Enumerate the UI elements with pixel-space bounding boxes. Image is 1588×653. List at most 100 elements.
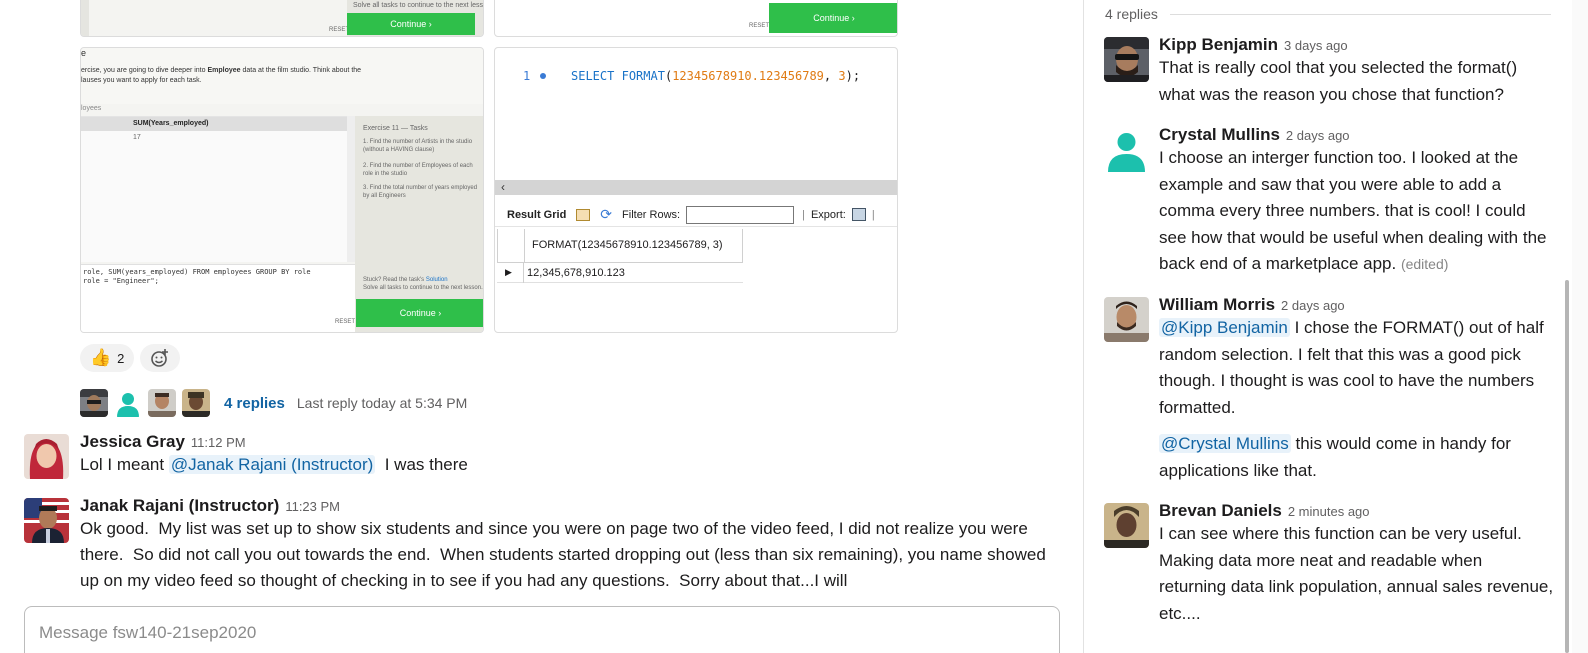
lesson-intro: ercise, you are going to dive deeper int… xyxy=(81,66,361,76)
row-pointer-icon: ▶ xyxy=(505,267,512,277)
task-text: Find the number of Artists in the studio… xyxy=(363,139,473,153)
horizontal-scrollbar[interactable]: ‹ xyxy=(495,180,897,195)
avatar[interactable] xyxy=(1104,503,1149,548)
line-number: 1 xyxy=(523,69,531,83)
refresh-icon[interactable]: ⟳ xyxy=(600,206,612,223)
reply-text: @Kipp Benjamin I chose the FORMAT() out … xyxy=(1159,315,1554,421)
attachment-lesson-top[interactable]: Solve all tasks to continue to the next … xyxy=(80,0,484,37)
reply-header: Crystal Mullins 2 days ago xyxy=(1159,125,1554,145)
intro-text: ercise, you are going to dive deeper int… xyxy=(81,67,208,74)
grid-header-row: FORMAT(12345678910.123456789, 3) xyxy=(497,229,743,263)
reaction-count: 2 xyxy=(117,350,125,366)
thread-reply-count: 4 replies xyxy=(1105,6,1551,22)
result-grid-tab[interactable]: Result Grid xyxy=(507,209,566,221)
solution-link[interactable]: Solution xyxy=(426,277,448,283)
grid-column-header[interactable]: FORMAT(12345678910.123456789, 3) xyxy=(532,239,723,251)
sql-number: 12345678910.123456789 xyxy=(672,69,824,83)
avatar[interactable] xyxy=(1104,37,1149,82)
message-composer[interactable]: Message fsw140-21sep2020 xyxy=(24,606,1060,653)
sql-number: 3 xyxy=(838,69,846,83)
continue-button[interactable]: Continue › xyxy=(769,3,897,33)
grid-data-row[interactable]: ▶ 12,345,678,910.123 xyxy=(497,263,743,283)
attachment-sql-top[interactable]: RESET Continue › xyxy=(494,0,898,37)
user-mention[interactable]: @Janak Rajani (Instructor) xyxy=(168,455,376,474)
lesson-header: e ercise, you are going to dive deeper i… xyxy=(81,48,483,104)
avatar xyxy=(114,389,142,417)
message-text-part: I was there xyxy=(375,455,468,474)
avatar xyxy=(80,389,108,417)
tasks-header: Exercise 11 — Tasks xyxy=(363,125,428,132)
attachment-sql-screenshot[interactable]: 1 SELECT FORMAT(12345678910.123456789, 3… xyxy=(494,47,898,333)
user-mention[interactable]: @Kipp Benjamin xyxy=(1159,318,1290,337)
divider-line xyxy=(1169,13,1551,15)
avatar[interactable] xyxy=(1104,297,1149,342)
lesson-note: Solve all tasks to continue to the next … xyxy=(353,2,483,9)
message-time[interactable]: 11:12 PM xyxy=(191,435,246,450)
thread-scrollbar-thumb[interactable] xyxy=(1565,280,1569,653)
reply-header: Brevan Daniels 2 minutes ago xyxy=(1159,501,1554,521)
column-value: 17 xyxy=(133,134,141,141)
sender-name[interactable]: William Morris xyxy=(1159,295,1275,314)
add-emoji-icon xyxy=(151,349,169,367)
scroll-left-icon[interactable]: ‹ xyxy=(501,180,505,194)
replies-link[interactable]: 4 replies xyxy=(224,395,285,412)
reply-text-part: I choose an interger function too. I loo… xyxy=(1159,148,1547,273)
sql-function: FORMAT xyxy=(621,69,665,83)
export-icon[interactable] xyxy=(851,208,866,221)
channel-pane: Solve all tasks to continue to the next … xyxy=(0,0,1083,653)
composer-placeholder: Message fsw140-21sep2020 xyxy=(39,623,257,642)
thread-reply: Brevan Daniels 2 minutes ago I can see wh… xyxy=(1104,501,1554,627)
thread-reply: William Morris 2 days ago @Kipp Benjamin … xyxy=(1104,295,1554,484)
task-item: 2. Find the number of Employees of each … xyxy=(363,163,473,177)
sql-paren: ); xyxy=(845,69,861,83)
reset-label: RESET xyxy=(335,319,356,325)
separator: | xyxy=(871,208,875,221)
reply-text: That is really cool that you selected th… xyxy=(1159,58,1518,104)
result-table-header xyxy=(81,117,349,131)
sender-name[interactable]: Kipp Benjamin xyxy=(1159,35,1278,54)
thread-summary[interactable]: 4 replies Last reply today at 5:34 PM xyxy=(80,389,467,417)
lesson-strip xyxy=(81,0,89,36)
reply-text: @Crystal Mullins this would come in hand… xyxy=(1159,431,1554,484)
last-reply-time: Last reply today at 5:34 PM xyxy=(296,395,468,411)
add-reaction-button[interactable] xyxy=(140,344,181,372)
continue-button[interactable]: Continue › xyxy=(347,13,475,35)
table-scrollbar[interactable] xyxy=(347,116,355,262)
task-text: Find the total number of years employed … xyxy=(363,185,478,199)
avatar[interactable] xyxy=(24,498,69,543)
user-mention[interactable]: @Crystal Mullins xyxy=(1159,434,1291,453)
lesson-intro-line2: lauses you want to apply for each task. xyxy=(81,77,202,84)
reply-time[interactable]: 2 days ago xyxy=(1281,298,1345,313)
reset-label: RESET xyxy=(749,23,770,29)
result-table: SUM(Years_employed) 17 xyxy=(81,116,349,262)
stuck-text-2: Solve all tasks to continue to the next … xyxy=(363,285,483,291)
sender-name[interactable]: Crystal Mullins xyxy=(1159,125,1280,144)
avatar[interactable] xyxy=(1104,127,1149,172)
intro-text-2: data at the film studio. Think about the xyxy=(240,67,362,74)
attachment-lesson-screenshot[interactable]: e ercise, you are going to dive deeper i… xyxy=(80,47,484,333)
continue-button[interactable]: Continue › xyxy=(356,299,483,327)
thread-scrollbar-track[interactable] xyxy=(1572,0,1588,653)
grid-cell[interactable]: 12,345,678,910.123 xyxy=(527,267,625,279)
reply-header: William Morris 2 days ago xyxy=(1159,295,1554,315)
reaction-thumbs-up[interactable]: 👍 2 xyxy=(80,344,135,372)
filter-rows-input[interactable] xyxy=(686,205,795,224)
sender-name[interactable]: Jessica Gray xyxy=(80,432,185,451)
stuck-text: Stuck? Read the task's xyxy=(363,277,426,283)
lesson-letter: e xyxy=(81,48,87,58)
avatar[interactable] xyxy=(24,434,69,479)
sender-name[interactable]: Brevan Daniels xyxy=(1159,501,1282,520)
column-header: SUM(Years_employed) xyxy=(133,120,209,127)
line-marker-icon xyxy=(540,73,546,79)
separator: | xyxy=(802,208,805,221)
reply-time[interactable]: 2 days ago xyxy=(1286,128,1350,143)
reply-time[interactable]: 2 minutes ago xyxy=(1288,504,1370,519)
message: Janak Rajani (Instructor) 11:23 PM Ok goo… xyxy=(24,496,1064,594)
reactions-bar: 👍 2 xyxy=(80,344,181,372)
sender-name[interactable]: Janak Rajani (Instructor) xyxy=(80,496,279,515)
reply-time[interactable]: 3 days ago xyxy=(1284,38,1348,53)
edited-label: (edited) xyxy=(1400,256,1449,272)
query-editor[interactable]: role, SUM(years_employed) FROM employees… xyxy=(81,264,356,332)
message-time[interactable]: 11:23 PM xyxy=(285,499,340,514)
grid-icon[interactable] xyxy=(576,208,591,221)
